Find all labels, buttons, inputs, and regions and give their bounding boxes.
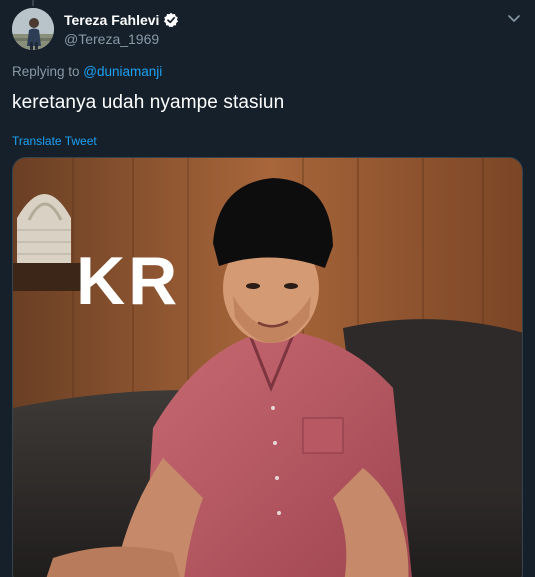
avatar[interactable] <box>12 8 54 50</box>
reply-mention-link[interactable]: @duniamanji <box>83 64 162 79</box>
display-name[interactable]: Tereza Fahlevi <box>64 12 159 28</box>
name-row: Tereza Fahlevi <box>64 12 179 28</box>
replying-to-label: Replying to <box>12 64 84 79</box>
thread-connector-line <box>32 0 34 6</box>
avatar-image <box>12 8 54 50</box>
replying-to: Replying to @duniamanji <box>12 64 162 79</box>
tweet-header: Tereza Fahlevi @Tereza_1969 <box>64 12 179 47</box>
tweet-card[interactable]: Tereza Fahlevi @Tereza_1969 Replying to … <box>0 0 535 577</box>
media-photo-image <box>13 158 522 577</box>
user-handle[interactable]: @Tereza_1969 <box>64 31 179 47</box>
translate-tweet-link[interactable]: Translate Tweet <box>12 134 97 148</box>
media-overlay-text: KR <box>76 243 181 319</box>
tweet-media-photo[interactable]: KR <box>12 157 523 577</box>
verified-badge-icon <box>163 12 179 28</box>
tweet-text: keretanya udah nyampe stasiun <box>12 92 285 113</box>
chevron-down-icon[interactable] <box>505 12 523 26</box>
